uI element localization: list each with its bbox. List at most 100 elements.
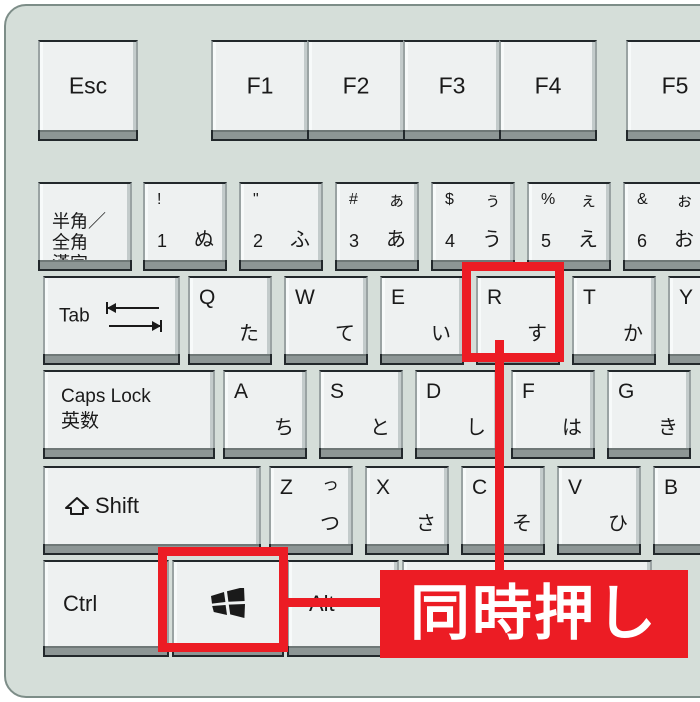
key-skirt (365, 544, 449, 555)
key-skirt (403, 130, 501, 141)
key-s[interactable]: S と (319, 370, 403, 459)
key-digit-3-digit: 3 (349, 231, 360, 251)
key-ctrl-label: Ctrl (63, 591, 98, 616)
key-f1[interactable]: F1 (211, 40, 309, 141)
key-hankaku-label-2: 全角 (52, 232, 88, 253)
key-f[interactable]: F は (511, 370, 595, 459)
key-s-label: S (330, 380, 345, 403)
key-w[interactable]: W て (284, 276, 368, 365)
key-digit-1[interactable]: ! 1 ぬ (143, 182, 227, 271)
key-e-kana: い (431, 323, 451, 345)
tab-arrows-icon (103, 296, 165, 336)
key-esc[interactable]: Esc (38, 40, 138, 141)
key-digit-6-symbol: & (637, 191, 648, 208)
key-digit-2-digit: 2 (253, 231, 264, 251)
key-skirt (284, 354, 368, 365)
shift-up-arrow-icon (64, 495, 90, 517)
key-f2[interactable]: F2 (307, 40, 405, 141)
key-tab[interactable]: Tab (43, 276, 180, 365)
key-y[interactable]: Y (668, 276, 700, 365)
key-w-kana: て (335, 323, 355, 345)
keyboard-illustration: Esc F1 F2 F3 F4 F5 半角／ 全角 漢字 (0, 0, 700, 702)
key-z-kana-small: っ (322, 475, 339, 494)
key-ctrl[interactable]: Ctrl (43, 560, 169, 657)
key-digit-5-symbol: % (541, 191, 556, 208)
key-digit-3-symbol: # (349, 191, 358, 208)
key-skirt (239, 260, 323, 271)
key-skirt (43, 354, 180, 365)
key-skirt (668, 354, 700, 365)
key-t-label: T (583, 286, 596, 309)
key-skirt (43, 646, 169, 657)
key-digit-5-digit: 5 (541, 231, 552, 251)
key-f5[interactable]: F5 (626, 40, 700, 141)
key-skirt (188, 354, 272, 365)
highlight-box-windows-key (158, 547, 288, 652)
key-skirt (623, 260, 700, 271)
key-left-shift[interactable]: Shift (43, 466, 261, 555)
key-digit-5[interactable]: % ぇ 5 え (527, 182, 611, 271)
key-caps-lock-label-2: 英数 (61, 411, 100, 433)
key-skirt (38, 130, 138, 141)
key-q-label: Q (199, 286, 216, 309)
key-esc-label: Esc (68, 72, 108, 99)
key-hankaku-label-1: 半角／ (52, 211, 106, 232)
key-f1-label: F1 (246, 72, 274, 99)
key-digit-4-digit: 4 (445, 231, 456, 251)
key-e[interactable]: E い (380, 276, 464, 365)
key-v-kana: ひ (608, 513, 628, 535)
key-digit-4[interactable]: $ ぅ 4 う (431, 182, 515, 271)
key-left-shift-label: Shift (95, 493, 140, 518)
key-f5-label: F5 (661, 72, 689, 99)
key-b-label: B (664, 476, 679, 499)
key-a[interactable]: A ち (223, 370, 307, 459)
key-v[interactable]: V ひ (557, 466, 641, 555)
key-digit-3-kana: あ (386, 229, 406, 251)
key-digit-2-kana: ふ (290, 229, 310, 251)
key-digit-3-kana-small: ぁ (388, 191, 405, 210)
key-digit-2-symbol: " (253, 191, 259, 208)
key-x[interactable]: X さ (365, 466, 449, 555)
key-skirt (211, 130, 309, 141)
key-digit-5-kana: え (578, 229, 598, 251)
key-t[interactable]: T か (572, 276, 656, 365)
key-digit-2[interactable]: " 2 ふ (239, 182, 323, 271)
key-w-label: W (295, 286, 315, 309)
key-c-label: C (472, 476, 488, 499)
key-skirt (557, 544, 641, 555)
key-f2-label: F2 (342, 72, 370, 99)
key-g[interactable]: G き (607, 370, 691, 459)
key-a-label: A (234, 380, 249, 403)
key-digit-5-kana-small: ぇ (580, 191, 597, 210)
key-z-kana: つ (320, 513, 340, 535)
key-z[interactable]: Z っ つ (269, 466, 353, 555)
key-digit-6-digit: 6 (637, 231, 648, 251)
key-s-kana: と (370, 417, 390, 439)
key-digit-6-kana-small: ぉ (676, 191, 693, 210)
key-v-label: V (568, 476, 583, 499)
key-e-label: E (391, 286, 406, 309)
key-skirt (511, 448, 595, 459)
key-d[interactable]: D し (415, 370, 499, 459)
key-digit-3[interactable]: # ぁ 3 あ (335, 182, 419, 271)
callout-banner: 同時押し (380, 570, 688, 658)
callout-connector-vertical (495, 340, 504, 580)
key-b[interactable]: B こ (653, 466, 700, 555)
key-x-label: X (376, 476, 391, 499)
key-z-label: Z (280, 476, 293, 499)
key-f4[interactable]: F4 (499, 40, 597, 141)
key-f-label: F (522, 380, 535, 403)
key-q-kana: た (239, 323, 259, 345)
key-caps-lock[interactable]: Caps Lock 英数 (43, 370, 215, 459)
key-hankaku-zenkaku[interactable]: 半角／ 全角 漢字 (38, 182, 132, 273)
key-g-kana: き (658, 417, 678, 439)
key-d-label: D (426, 380, 442, 403)
key-f-kana: は (562, 417, 582, 439)
key-digit-6[interactable]: & ぉ 6 お (623, 182, 700, 271)
key-t-kana: か (623, 323, 643, 345)
key-skirt (143, 260, 227, 271)
key-f3[interactable]: F3 (403, 40, 501, 141)
key-q[interactable]: Q た (188, 276, 272, 365)
key-y-label: Y (679, 286, 694, 309)
key-caps-lock-label-1: Caps Lock (61, 386, 151, 408)
